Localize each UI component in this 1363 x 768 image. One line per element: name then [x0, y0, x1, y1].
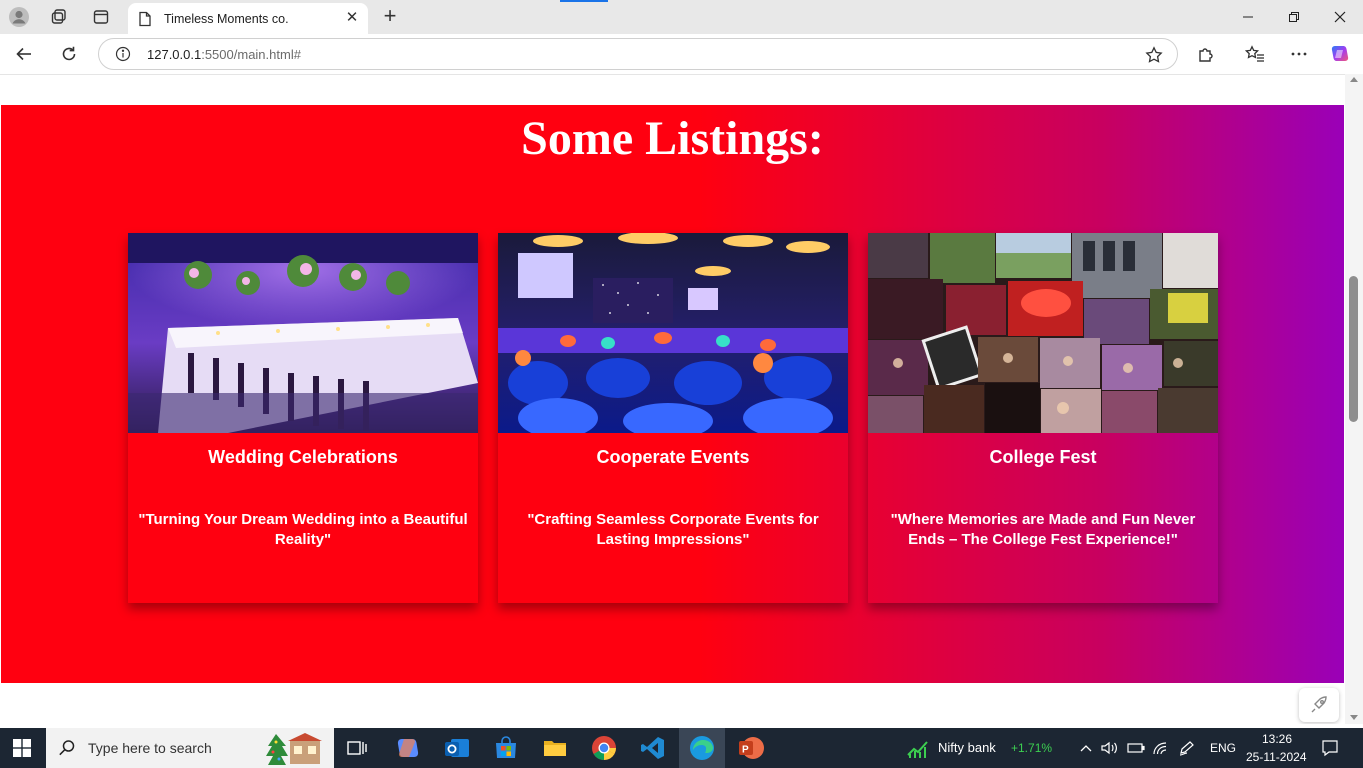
- browser-tab-bar: Timeless Moments co. ✕ +: [0, 0, 1363, 34]
- listing-description: "Crafting Seamless Corporate Events for …: [527, 511, 819, 548]
- more-options-icon[interactable]: [1287, 42, 1311, 66]
- taskbar-search-box[interactable]: Type here to search: [46, 728, 334, 768]
- favorite-star-icon[interactable]: [1145, 46, 1163, 64]
- site-info-icon[interactable]: [115, 46, 131, 62]
- loading-indicator: [560, 0, 608, 2]
- restore-icon[interactable]: [1271, 0, 1317, 34]
- listings-section: Some Listings: Wedding Celebrations "Tur…: [1, 105, 1344, 683]
- tab-title: Timeless Moments co.: [164, 11, 289, 26]
- listing-title: Cooperate Events: [596, 447, 750, 467]
- corporate-event-hall-photo: [498, 233, 848, 433]
- clock-time[interactable]: 13:26: [1262, 732, 1292, 746]
- outlook-app-icon[interactable]: [443, 734, 471, 762]
- powerpoint-app-icon[interactable]: P: [737, 734, 765, 762]
- file-explorer-icon[interactable]: [541, 734, 569, 762]
- favorites-icon[interactable]: [1243, 42, 1267, 66]
- stock-change[interactable]: +1.71%: [1011, 741, 1052, 755]
- vscode-app-icon[interactable]: [639, 734, 667, 762]
- url-path: :5500/main.html#: [201, 47, 301, 62]
- edge-app-icon[interactable]: [688, 734, 716, 762]
- page-icon: [139, 11, 151, 26]
- listing-card-wedding[interactable]: Wedding Celebrations "Turning Your Dream…: [128, 233, 478, 603]
- section-title: Some Listings:: [521, 112, 824, 165]
- language-indicator[interactable]: ENG: [1210, 741, 1236, 755]
- college-fest-collage-photo: [868, 233, 1218, 433]
- refresh-icon[interactable]: [57, 42, 81, 66]
- active-tab[interactable]: Timeless Moments co. ✕: [128, 3, 368, 34]
- holiday-tree-icon: [266, 733, 322, 765]
- stock-name[interactable]: Nifty bank: [938, 740, 996, 755]
- scroll-thumb[interactable]: [1349, 276, 1358, 422]
- listing-description: "Turning Your Dream Wedding into a Beaut…: [138, 511, 468, 548]
- page-viewport: Some Listings: Wedding Celebrations "Tur…: [0, 74, 1345, 724]
- listing-card-college-fest[interactable]: College Fest "Where Memories are Made an…: [868, 233, 1218, 603]
- profile-icon[interactable]: [7, 6, 31, 28]
- task-view-icon[interactable]: [344, 728, 370, 768]
- pen-icon[interactable]: [1177, 728, 1197, 768]
- address-bar[interactable]: 127.0.0.1:5500/main.html#: [98, 38, 1178, 70]
- battery-icon[interactable]: [1126, 728, 1146, 768]
- listing-card-corporate[interactable]: Cooperate Events "Crafting Seamless Corp…: [498, 233, 848, 603]
- extensions-icon[interactable]: [1194, 42, 1218, 66]
- stock-chart-icon[interactable]: [904, 728, 932, 768]
- wedding-banquet-photo: [128, 233, 478, 433]
- scroll-down-icon[interactable]: [1350, 715, 1358, 720]
- windows-taskbar: Type here to search P Nifty bank +1.71% …: [0, 728, 1363, 768]
- listing-title: College Fest: [989, 447, 1097, 467]
- close-window-icon[interactable]: [1317, 0, 1363, 34]
- store-app-icon[interactable]: [492, 734, 520, 762]
- page-scrollbar[interactable]: [1345, 74, 1363, 724]
- volume-icon[interactable]: [1100, 728, 1120, 768]
- tab-close-icon[interactable]: ✕: [344, 10, 360, 26]
- wifi-icon[interactable]: [1151, 728, 1171, 768]
- svg-text:P: P: [742, 745, 749, 756]
- copilot-app-icon[interactable]: [394, 734, 422, 762]
- copilot-icon[interactable]: [1328, 42, 1352, 66]
- clock-date[interactable]: 25-11-2024: [1246, 750, 1307, 764]
- browser-nav-bar: 127.0.0.1:5500/main.html#: [0, 34, 1363, 74]
- new-tab-button[interactable]: +: [378, 5, 402, 29]
- search-icon: [59, 740, 75, 756]
- scroll-up-icon[interactable]: [1350, 77, 1358, 82]
- search-placeholder: Type here to search: [88, 740, 212, 756]
- url-host: 127.0.0.1: [147, 47, 202, 62]
- url-text[interactable]: 127.0.0.1:5500/main.html#: [147, 47, 301, 62]
- listing-description: "Where Memories are Made and Fun Never E…: [890, 511, 1196, 548]
- listing-title: Wedding Celebrations: [208, 447, 398, 467]
- show-hidden-icons-icon[interactable]: [1076, 728, 1096, 768]
- workspaces-icon[interactable]: [47, 6, 71, 28]
- minimize-icon[interactable]: [1225, 0, 1271, 34]
- back-icon[interactable]: [12, 42, 36, 66]
- chrome-app-icon[interactable]: [590, 734, 618, 762]
- notifications-icon[interactable]: [1316, 728, 1344, 768]
- feedback-rocket-icon[interactable]: [1299, 688, 1339, 722]
- tab-actions-icon[interactable]: [89, 6, 113, 28]
- start-windows-icon[interactable]: [0, 728, 44, 768]
